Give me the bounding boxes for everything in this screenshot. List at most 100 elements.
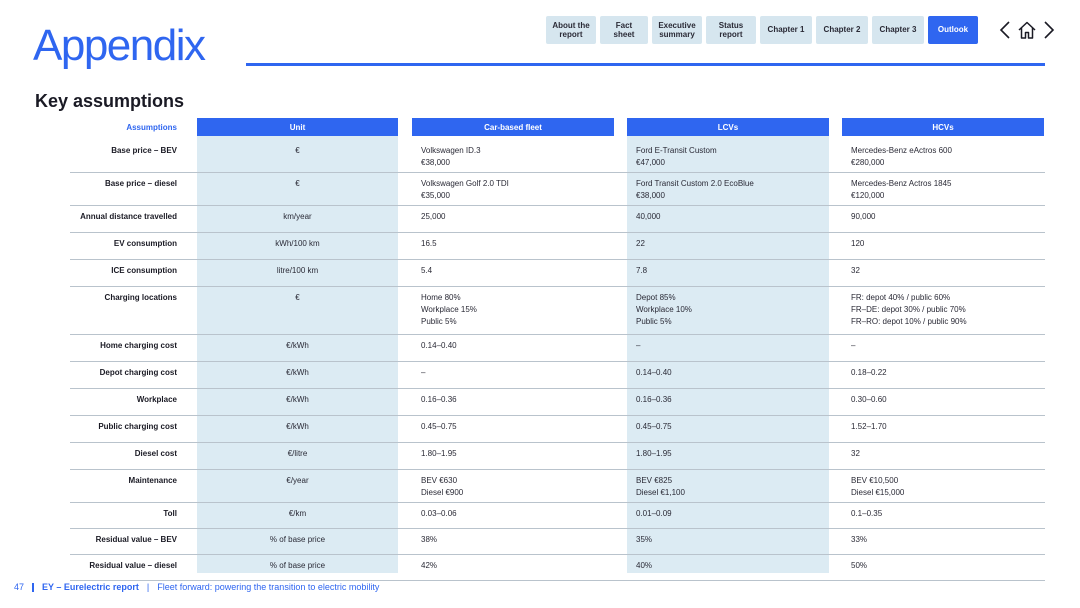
cell-unit: km/year [283,212,312,221]
cell-label: Maintenance [128,476,177,485]
chevron-right-icon[interactable] [1042,18,1056,42]
cell-hcv: 0.30–0.60 [851,395,887,404]
table-row: Diesel cost €/litre 1.80–1.95 1.80–1.95 32 [70,443,1045,470]
cell-car: 0.45–0.75 [421,422,457,431]
cell-unit: litre/100 km [276,266,319,275]
cell-car: Volkswagen ID.3 €38,000 [421,146,481,167]
cell-car: 0.16–0.36 [421,395,457,404]
cell-unit: € [295,179,300,188]
nav-about-the-report[interactable]: About the report [546,16,596,44]
cell-hcv: 32 [851,266,860,275]
home-icon[interactable] [1016,18,1038,42]
cell-car: 25,000 [421,212,446,221]
nav-arrows [998,18,1056,42]
table-row: Annual distance travelled km/year 25,000 40… [70,206,1045,233]
cell-label: EV consumption [113,239,177,248]
cell-car: Volkswagen Golf 2.0 TDI €35,000 [421,179,509,200]
cell-hcv: 0.1–0.35 [851,509,883,518]
cell-hcv: 33% [851,535,868,544]
cell-unit: % of base price [269,535,326,544]
report-subtitle: Fleet forward: powering the transition t… [157,582,380,592]
table-row: Public charging cost €/kWh 0.45–0.75 0.45–0… [70,416,1045,443]
cell-label: Charging locations [104,293,177,302]
cell-unit: € [295,146,300,155]
cell-unit: €/km [288,509,307,518]
cell-lcv: BEV €825 Diesel €1,100 [636,476,685,497]
cell-label: Diesel cost [134,449,177,458]
cell-unit: €/kWh [286,422,309,431]
cell-hcv: – [851,341,856,350]
cell-unit: €/year [286,476,309,485]
cell-label: Annual distance travelled [80,212,177,221]
cell-hcv: 0.18–0.22 [851,368,887,377]
cell-hcv: 32 [851,449,860,458]
cell-lcv: 0.16–0.36 [636,395,672,404]
cell-label: Base price – BEV [111,146,177,155]
table-row: Toll €/km 0.03–0.06 0.01–0.09 0.1–0.35 [70,503,1045,529]
section-title: Key assumptions [35,91,185,111]
header-unit: Unit [197,118,398,136]
table-row: Home charging cost €/kWh 0.14–0.40 – – [70,335,1045,362]
cell-hcv: 50% [851,561,868,570]
table-row: Residual value – BEV % of base price 38% 35… [70,529,1045,555]
assumptions-table: Base price – BEV € Volkswagen ID.3 €38,000… [70,140,1045,581]
nav-chapter-3[interactable]: Chapter 3 [872,16,924,44]
cell-lcv: 40% [636,561,653,570]
cell-lcv: 7.8 [636,266,648,275]
cell-hcv: Mercedes-Benz Actros 1845 €120,000 [851,179,952,200]
cell-car: 38% [421,535,438,544]
cell-lcv: 22 [636,239,645,248]
cell-lcv: 1.80–1.95 [636,449,672,458]
cell-label: Home charging cost [100,341,177,350]
cell-label: Depot charging cost [99,368,177,377]
cell-lcv: 35% [636,535,653,544]
header-hcvs: HCVs [842,118,1044,136]
cell-lcv: 40,000 [636,212,661,221]
cell-hcv: Mercedes-Benz eActros 600 €280,000 [851,146,952,167]
cell-lcv: 0.14–0.40 [636,368,672,377]
cell-hcv: 90,000 [851,212,876,221]
nav-status-report[interactable]: Status report [706,16,756,44]
table-row: Charging locations € Home 80% Workplace 15… [70,287,1045,335]
nav-outlook[interactable]: Outlook [928,16,978,44]
table-row: Base price – BEV € Volkswagen ID.3 €38,000… [70,140,1045,173]
cell-lcv: 0.01–0.09 [636,509,672,518]
header-lcvs: LCVs [627,118,829,136]
cell-unit: €/kWh [286,395,309,404]
cell-car: 0.14–0.40 [421,341,457,350]
footer-pipe: | [146,582,150,592]
cell-unit: €/litre [287,449,308,458]
footer: 47 EY – Eurelectric report | Fleet forwa… [14,582,379,592]
table-row: Base price – diesel € Volkswagen Golf 2.0 … [70,173,1045,206]
cell-hcv: BEV €10,500 Diesel €15,000 [851,476,905,497]
cell-unit: kWh/100 km [275,239,320,248]
cell-unit: % of base price [269,561,326,570]
cell-car: BEV €630 Diesel €900 [421,476,464,497]
cell-label: ICE consumption [111,266,177,275]
cell-label: Public charging cost [98,422,177,431]
table-row: Depot charging cost €/kWh – 0.14–0.40 0.18–0… [70,362,1045,389]
footer-divider [32,582,35,592]
cell-car: 5.4 [421,266,433,275]
cell-hcv: 120 [851,239,865,248]
nav-chapter-1[interactable]: Chapter 1 [760,16,812,44]
cell-label: Workplace [136,395,177,404]
report-name: EY – Eurelectric report [42,582,139,592]
cell-hcv: FR: depot 40% / public 60% FR–DE: depot … [851,293,967,326]
table-row: Maintenance €/year BEV €630 Diesel €900 BEV… [70,470,1045,503]
table-row: Residual value – diesel % of base price 42… [70,555,1045,581]
nav-chapter-2[interactable]: Chapter 2 [816,16,868,44]
title-rule [246,63,1045,66]
nav-executive-summary[interactable]: Executive summary [652,16,702,44]
nav-fact-sheet[interactable]: Fact sheet [600,16,648,44]
page-title: Appendix [33,21,206,70]
cell-lcv: Ford E-Transit Custom €47,000 [636,146,717,167]
table-row: Workplace €/kWh 0.16–0.36 0.16–0.36 0.30–0.6… [70,389,1045,416]
cell-car: 42% [421,561,438,570]
cell-label: Residual value – BEV [95,535,177,544]
cell-label: Residual value – diesel [89,561,177,570]
chapter-nav: About the report Fact sheet Executive summ… [546,16,978,44]
cell-unit: €/kWh [286,341,309,350]
cell-car: 1.80–1.95 [421,449,457,458]
chevron-left-icon[interactable] [998,18,1012,42]
